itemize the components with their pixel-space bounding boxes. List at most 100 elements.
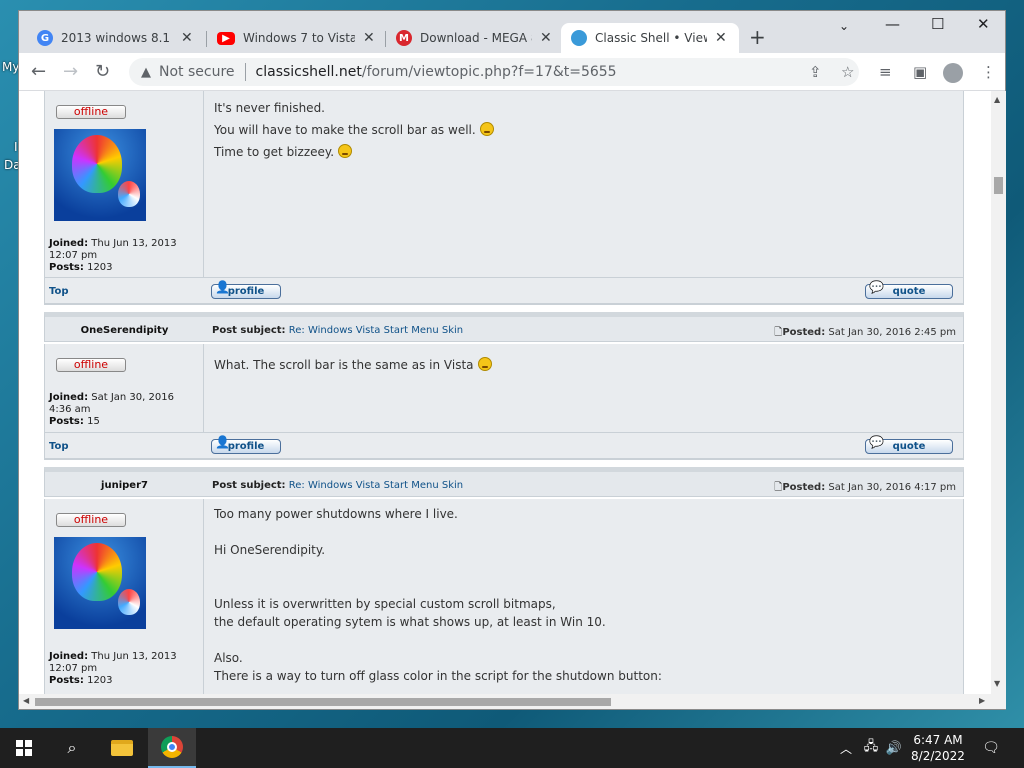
tab-search-icon[interactable]: ⌄: [839, 19, 849, 33]
side-panel-icon[interactable]: ▣: [913, 63, 927, 81]
back-arrow-icon[interactable]: ←: [31, 61, 46, 82]
post-subject: Post subject: Re: Windows Vista Start Me…: [212, 480, 463, 491]
posted-info: 🗋Posted: Sat Jan 30, 2016 2:45 pm: [774, 325, 956, 342]
smiley-icon: [477, 357, 492, 371]
tab-google[interactable]: G 2013 windows 8.1 you ✕: [27, 23, 205, 53]
avatar: [54, 537, 146, 629]
quote-button[interactable]: 💬 quote: [865, 436, 953, 454]
taskbar: ⌕ ︿ 🖧 🔊 6:47 AM 8/2/2022 🗨: [0, 728, 1024, 768]
tab-title: 2013 windows 8.1 you: [61, 31, 173, 45]
minimize-button[interactable]: —: [885, 15, 900, 33]
tab-mega[interactable]: M Download - MEGA 8 ✕: [386, 23, 564, 53]
subject-label: Post subject:: [212, 480, 286, 491]
menu-dots-icon[interactable]: ⋮: [981, 63, 996, 81]
tab-youtube[interactable]: ▶ Windows 7 to Vista C ✕: [207, 23, 385, 53]
post-line: Unless it is overwritten by special cust…: [214, 597, 556, 611]
top-link[interactable]: Top: [49, 286, 69, 297]
close-tab-icon[interactable]: ✕: [715, 30, 727, 46]
quote-bubble-icon: 💬: [869, 280, 884, 294]
post-line: Time to get bizzeey.: [214, 145, 335, 159]
clock-date: 8/2/2022: [911, 749, 965, 763]
tab-strip: G 2013 windows 8.1 you ✕ ▶ Windows 7 to …: [19, 11, 1005, 53]
scrollbar-thumb[interactable]: [994, 177, 1003, 194]
tab-title: Download - MEGA 8: [420, 31, 532, 45]
joined-info: Joined: Thu Jun 13, 2013 12:07 pm Posts:…: [49, 238, 194, 274]
close-tab-icon[interactable]: ✕: [181, 30, 193, 46]
profile-button[interactable]: 👤 profile: [211, 280, 281, 299]
post-text: It's never finished. You will have to ma…: [214, 97, 494, 163]
user-icon: 👤: [215, 280, 230, 294]
post: offline Joined: Sat Jan 30, 2016 4:36 am…: [44, 344, 964, 432]
warning-icon[interactable]: ▲: [141, 65, 151, 80]
post-line: You will have to make the scroll bar as …: [214, 123, 476, 137]
profile-button[interactable]: 👤 profile: [211, 436, 281, 454]
vertical-scrollbar[interactable]: ▲ ▼: [991, 91, 1006, 694]
close-window-button[interactable]: ✕: [977, 15, 990, 33]
windows-logo-icon: [16, 740, 32, 756]
subject-link[interactable]: Re: Windows Vista Start Menu Skin: [289, 480, 463, 491]
close-tab-icon[interactable]: ✕: [540, 30, 552, 46]
desktop-icon-label[interactable]: My: [2, 60, 19, 74]
scrollbar-thumb[interactable]: [35, 698, 611, 706]
file-explorer-icon[interactable]: [98, 728, 146, 768]
maximize-button[interactable]: ☐: [931, 15, 944, 33]
security-label[interactable]: Not secure: [159, 64, 235, 80]
tab-title: Windows 7 to Vista C: [243, 31, 355, 45]
scroll-left-icon[interactable]: ◀: [23, 696, 29, 705]
media-control-icon[interactable]: ≡: [879, 63, 892, 81]
scroll-up-icon[interactable]: ▲: [994, 95, 1000, 104]
avatar: [54, 129, 146, 221]
scroll-down-icon[interactable]: ▼: [994, 679, 1000, 688]
notification-icon[interactable]: 🗨: [980, 728, 1002, 768]
quote-button[interactable]: 💬 quote: [865, 280, 953, 299]
smiley-icon: [479, 122, 494, 136]
clock[interactable]: 6:47 AM 8/2/2022: [900, 732, 976, 764]
posted-date: Sat Jan 30, 2016 4:17 pm: [828, 482, 956, 493]
chevron-up-icon[interactable]: ︿: [836, 728, 856, 768]
profile-avatar[interactable]: [943, 63, 963, 83]
tab-classic-shell[interactable]: Classic Shell • View t ✕: [561, 23, 739, 53]
reload-icon[interactable]: ↻: [95, 61, 110, 82]
network-icon[interactable]: 🖧: [860, 728, 882, 768]
post-author[interactable]: OneSerendipity: [45, 325, 204, 336]
mega-icon: M: [396, 30, 412, 46]
horizontal-scrollbar[interactable]: ◀ ▶: [19, 694, 1006, 709]
quote-label: quote: [892, 286, 926, 297]
post-author[interactable]: juniper7: [45, 480, 204, 491]
grin-smiley-icon: [338, 144, 353, 158]
start-button[interactable]: [0, 728, 48, 768]
posts-label: Posts:: [49, 262, 84, 273]
joined-info: Joined: Thu Jun 13, 2013 12:07 pm Posts:…: [49, 651, 194, 687]
post-line: Also.: [214, 651, 243, 665]
top-link[interactable]: Top: [49, 441, 69, 452]
post-line: It's never finished.: [214, 101, 325, 115]
posts-label: Posts:: [49, 416, 84, 427]
posted-date: Sat Jan 30, 2016 2:45 pm: [828, 327, 956, 338]
new-tab-button[interactable]: +: [749, 25, 766, 49]
post-header: juniper7 Post subject: Re: Windows Vista…: [44, 467, 964, 497]
star-bookmark-icon[interactable]: ☆: [841, 63, 854, 81]
clock-time: 6:47 AM: [913, 733, 963, 747]
close-tab-icon[interactable]: ✕: [363, 30, 375, 46]
chrome-icon[interactable]: [148, 728, 196, 768]
browser-toolbar: ← → ↻ ▲ Not secure classicshell.net /for…: [19, 53, 1005, 91]
posted-info: 🗋Posted: Sat Jan 30, 2016 4:17 pm: [774, 480, 956, 497]
forward-arrow-icon[interactable]: →: [63, 61, 78, 82]
address-bar[interactable]: ▲ Not secure classicshell.net /forum/vie…: [129, 58, 859, 86]
joined-label: Joined:: [49, 392, 89, 403]
profile-label: profile: [227, 286, 265, 297]
desktop-icon-label[interactable]: I: [14, 140, 18, 154]
posts-label: Posts:: [49, 675, 84, 686]
profile-label: profile: [227, 441, 265, 452]
post-body: Too many power shutdowns where I live. H…: [205, 499, 964, 694]
posted-label: Posted:: [782, 482, 826, 493]
subject-link[interactable]: Re: Windows Vista Start Menu Skin: [289, 325, 463, 336]
search-icon[interactable]: ⌕: [48, 728, 96, 768]
post: offline Joined: Thu Jun 13, 2013 12:07 p…: [44, 499, 964, 694]
share-icon[interactable]: ⇪: [809, 63, 822, 81]
post-count: 15: [87, 416, 100, 427]
scroll-right-icon[interactable]: ▶: [979, 696, 985, 705]
post-line: What. The scroll bar is the same as in V…: [214, 358, 474, 372]
offline-badge: offline: [56, 358, 126, 372]
post-count: 1203: [87, 262, 113, 273]
